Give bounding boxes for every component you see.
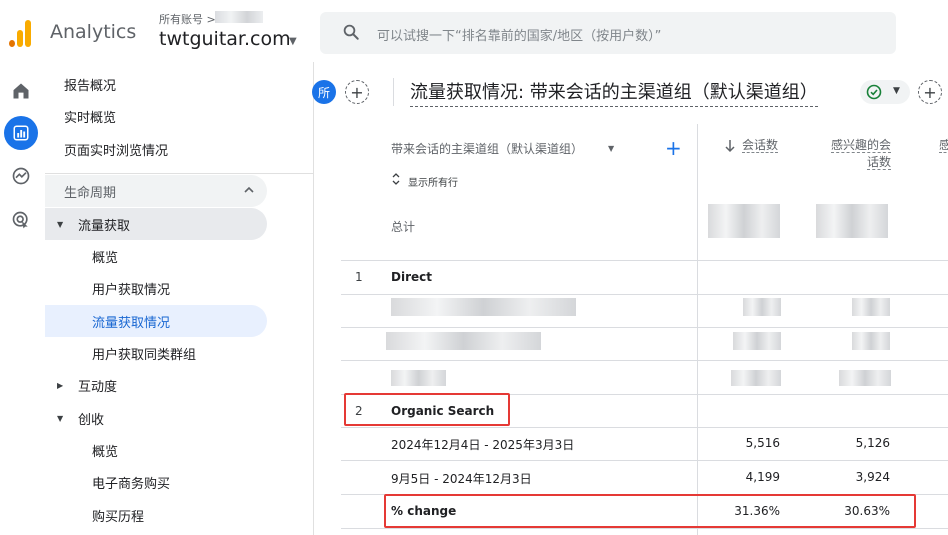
home-icon[interactable] bbox=[8, 78, 34, 104]
row-label-direct: Direct bbox=[391, 270, 432, 284]
comparison-chip-all-users[interactable]: 所 bbox=[312, 80, 336, 104]
date-range-redacted bbox=[391, 298, 576, 316]
nav-realtime-pages[interactable]: 页面实时浏览情况 bbox=[45, 133, 267, 165]
nav-monetization-overview[interactable]: 概览 bbox=[45, 434, 267, 466]
nav-divider bbox=[45, 173, 313, 174]
triangle-down-icon: ▼ bbox=[57, 413, 64, 423]
total-sessions-redacted bbox=[708, 204, 780, 238]
search-input[interactable]: 可以试搜一下“排名靠前的国家/地区（按用户数）” bbox=[377, 25, 661, 44]
change-label-redacted bbox=[391, 370, 446, 386]
show-all-rows-toggle[interactable]: 显示所有行 bbox=[391, 173, 458, 189]
report-title: 流量获取情况: 带来会话的主渠道组（默认渠道组） bbox=[410, 78, 818, 107]
chevron-up-icon bbox=[244, 186, 254, 193]
row-number: 1 bbox=[355, 270, 363, 284]
value-redacted bbox=[733, 332, 781, 350]
add-comparison-button[interactable]: + bbox=[345, 80, 369, 104]
search-bar[interactable]: 可以试搜一下“排名靠前的国家/地区（按用户数）” bbox=[320, 12, 896, 54]
nav-user-acquisition-cohort[interactable]: 用户获取同类群组 bbox=[45, 337, 267, 369]
search-icon bbox=[343, 24, 359, 40]
expand-arrows-icon bbox=[392, 173, 400, 185]
nav-realtime-overview[interactable]: 实时概览 bbox=[45, 100, 267, 132]
account-name-redacted bbox=[215, 11, 263, 23]
nav-section-lifecycle[interactable]: 生命周期 bbox=[45, 175, 267, 207]
nav-purchase-journey[interactable]: 购买历程 bbox=[45, 499, 267, 531]
date-range-previous: 9月5日 - 2024年12月3日 bbox=[391, 472, 532, 486]
top-bar: Analytics 所有账号 > twtguitar.com ▼ 可以试搜一下“… bbox=[0, 0, 948, 62]
nav-group-monetization[interactable]: ▼ 创收 bbox=[45, 402, 267, 434]
engaged-sessions-previous: 3,924 bbox=[855, 470, 890, 484]
engaged-sessions-current: 5,126 bbox=[855, 436, 890, 450]
metric-header-truncated[interactable]: 感 bbox=[939, 137, 948, 154]
add-dimension-button[interactable]: + bbox=[665, 136, 682, 160]
account-breadcrumb[interactable]: 所有账号 > bbox=[159, 11, 216, 27]
product-name: Analytics bbox=[50, 21, 137, 43]
nav-group-engagement[interactable]: ▶ 互动度 bbox=[45, 369, 267, 401]
nav-traffic-acquisition[interactable]: 流量获取情况 bbox=[45, 305, 267, 337]
metric-header-engaged-sessions[interactable]: 感兴趣的会 话数 bbox=[811, 137, 891, 171]
metric-header-sessions[interactable]: 会话数 bbox=[742, 137, 779, 154]
data-quality-chip[interactable]: ▼ bbox=[860, 80, 910, 104]
nav-group-acquisition[interactable]: ▼ 流量获取 bbox=[45, 208, 267, 240]
total-engaged-redacted bbox=[816, 204, 888, 238]
date-range-redacted bbox=[386, 332, 541, 350]
left-rail bbox=[0, 62, 42, 535]
sessions-current: 5,516 bbox=[745, 436, 780, 450]
caret-down-icon: ▼ bbox=[893, 86, 900, 96]
nav-reports-snapshot[interactable]: 报告概况 bbox=[45, 68, 267, 100]
check-circle-icon bbox=[866, 84, 882, 100]
highlight-box-organic-search bbox=[344, 393, 510, 426]
advertising-icon[interactable] bbox=[8, 207, 34, 233]
nav-user-acquisition[interactable]: 用户获取情况 bbox=[45, 272, 267, 304]
highlight-box-percent-change bbox=[384, 494, 916, 528]
property-selector[interactable]: twtguitar.com bbox=[159, 28, 291, 50]
report-nav: 报告概况 实时概览 页面实时浏览情况 生命周期 ▼ 流量获取 概览 用户获取情况… bbox=[45, 62, 313, 535]
caret-down-icon[interactable]: ▼ bbox=[289, 36, 297, 47]
sessions-previous: 4,199 bbox=[745, 470, 780, 484]
sort-descending-icon[interactable] bbox=[724, 139, 736, 153]
column-divider bbox=[697, 124, 698, 535]
explore-icon[interactable] bbox=[8, 163, 34, 189]
value-redacted bbox=[852, 298, 890, 316]
report-table: 带来会话的主渠道组（默认渠道组） ▼ + 显示所有行 会话数 感兴趣的会 话数 … bbox=[341, 124, 948, 535]
caret-down-icon[interactable]: ▼ bbox=[608, 144, 614, 153]
analytics-logo-icon[interactable] bbox=[9, 19, 33, 47]
triangle-right-icon: ▶ bbox=[57, 380, 64, 390]
header-divider bbox=[393, 78, 394, 106]
reports-icon[interactable] bbox=[4, 116, 38, 150]
total-label: 总计 bbox=[391, 220, 416, 234]
date-range-current: 2024年12月4日 - 2025年3月3日 bbox=[391, 438, 575, 452]
triangle-down-icon: ▼ bbox=[57, 219, 64, 229]
nav-ecommerce-purchases[interactable]: 电子商务购买 bbox=[45, 466, 267, 498]
value-redacted bbox=[839, 370, 891, 386]
nav-separator bbox=[313, 62, 314, 535]
value-redacted bbox=[852, 332, 890, 350]
nav-acquisition-overview[interactable]: 概览 bbox=[45, 240, 267, 272]
dimension-header[interactable]: 带来会话的主渠道组（默认渠道组） bbox=[391, 140, 583, 157]
value-redacted bbox=[731, 370, 781, 386]
add-button[interactable]: + bbox=[918, 80, 942, 104]
value-redacted bbox=[743, 298, 781, 316]
